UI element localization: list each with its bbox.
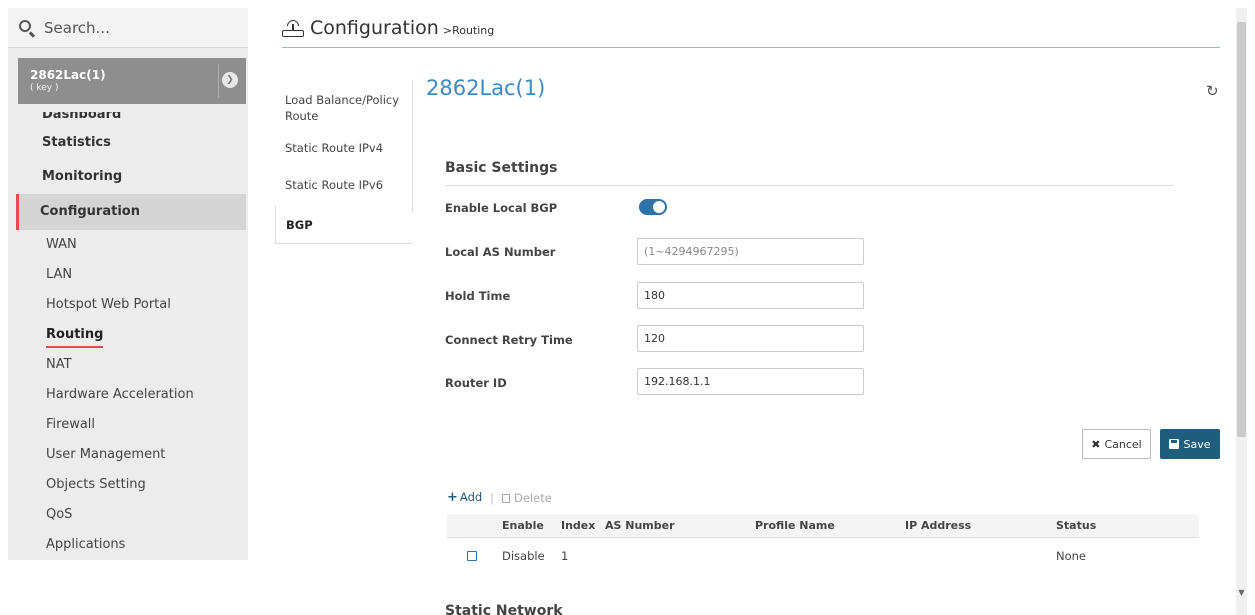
sidebar-sub-item-routing[interactable]: Routing — [18, 320, 246, 350]
delete-button-label: Delete — [514, 490, 552, 505]
cancel-button-label: Cancel — [1104, 437, 1142, 451]
sidebar-sub-item-routing-label: Routing — [46, 327, 104, 348]
scrollbar-thumb[interactable] — [1237, 22, 1246, 437]
device-selector[interactable]: 2862Lac(1) ( key ) ❯ — [18, 58, 246, 104]
router-id-input[interactable] — [637, 368, 864, 395]
action-separator: | — [490, 490, 495, 505]
hold-time-input[interactable] — [637, 282, 864, 309]
tab-load-balance-policy-route[interactable]: Load Balance/Policy Route — [275, 80, 413, 132]
page-title: Configuration — [310, 16, 439, 39]
add-button[interactable]: + Add — [447, 490, 482, 505]
connect-retry-time-label: Connect Retry Time — [445, 333, 573, 347]
save-button[interactable]: Save — [1160, 429, 1220, 459]
column-header-ip-address[interactable]: IP Address — [905, 514, 971, 538]
routing-subnav: Load Balance/Policy Route Static Route I… — [275, 80, 413, 244]
sidebar-sub-item-nat[interactable]: NAT — [18, 350, 246, 380]
delete-button[interactable]: Delete — [502, 491, 552, 505]
column-header-index[interactable]: Index — [561, 514, 595, 538]
enable-local-bgp-toggle[interactable] — [639, 199, 667, 215]
sidebar-item-configuration[interactable]: Configuration — [16, 194, 246, 230]
router-icon — [282, 17, 304, 38]
sidebar-nav: Dashboard Statistics Monitoring Configur… — [16, 112, 246, 560]
cell-status: None — [1056, 549, 1087, 563]
trash-icon — [502, 493, 511, 503]
enable-local-bgp-label: Enable Local BGP — [445, 201, 558, 215]
tab-static-route-ipv6[interactable]: Static Route IPv6 — [275, 170, 413, 208]
local-as-number-input[interactable] — [637, 238, 864, 265]
device-divider — [218, 64, 219, 98]
sidebar-bottom-gap — [0, 560, 248, 615]
device-name: 2862Lac(1) — [30, 68, 106, 82]
tab-bgp[interactable]: BGP — [275, 206, 413, 244]
chevron-down-icon[interactable]: ❯ — [222, 72, 238, 88]
table-header: Enable Index AS Number Profile Name IP A… — [447, 514, 1199, 538]
search-box[interactable]: Search... — [8, 8, 248, 48]
sidebar-sub-item-objects-setting[interactable]: Objects Setting — [18, 470, 246, 500]
plus-icon: + — [447, 490, 458, 505]
tab-static-route-ipv4[interactable]: Static Route IPv4 — [275, 132, 413, 170]
sidebar-sub-item-user-management[interactable]: User Management — [18, 440, 246, 470]
cell-index: 1 — [561, 549, 569, 563]
toggle-knob — [653, 201, 665, 213]
row-select-checkbox[interactable] — [467, 551, 477, 561]
sidebar-sub-item-applications[interactable]: Applications — [18, 530, 246, 560]
column-header-enable[interactable]: Enable — [502, 514, 544, 538]
breadcrumb: >Routing — [442, 24, 495, 37]
cancel-button[interactable]: ✖ Cancel — [1082, 429, 1151, 459]
section-divider — [445, 185, 1173, 186]
table-actions: + Add | Delete — [447, 490, 552, 505]
sidebar-item-statistics[interactable]: Statistics — [18, 126, 246, 160]
device-subtitle: ( key ) — [30, 83, 59, 93]
table-row[interactable]: Disable 1 None — [447, 538, 1199, 576]
search-input[interactable]: Search... — [44, 19, 110, 37]
device-heading: 2862Lac(1) — [426, 76, 546, 100]
column-header-profile-name[interactable]: Profile Name — [755, 514, 835, 538]
sidebar-sub-item-hardware-acceleration[interactable]: Hardware Acceleration — [18, 380, 246, 410]
local-as-number-label: Local AS Number — [445, 245, 556, 259]
sidebar-item-monitoring[interactable]: Monitoring — [18, 160, 246, 194]
sidebar-sub-item-lan[interactable]: LAN — [18, 260, 246, 290]
sidebar-sub-item-firewall[interactable]: Firewall — [18, 410, 246, 440]
scroll-down-arrow-icon[interactable]: ▼ — [1236, 588, 1247, 597]
add-button-label: Add — [459, 490, 483, 504]
search-icon — [18, 19, 36, 37]
router-id-label: Router ID — [445, 376, 507, 390]
section-title-basic-settings: Basic Settings — [445, 160, 558, 176]
section-title-static-network: Static Network — [445, 603, 563, 615]
cell-enable: Disable — [502, 549, 545, 563]
page-header: Configuration >Routing — [282, 8, 1220, 48]
sidebar-sub-item-qos[interactable]: QoS — [18, 500, 246, 530]
save-button-label: Save — [1183, 437, 1211, 451]
connect-retry-time-input[interactable] — [637, 325, 864, 352]
sidebar-sub-item-hotspot-web-portal[interactable]: Hotspot Web Portal — [18, 290, 246, 320]
bgp-neighbor-table: Enable Index AS Number Profile Name IP A… — [447, 514, 1199, 576]
sidebar-item-dashboard[interactable]: Dashboard — [18, 112, 246, 126]
close-icon: ✖ — [1091, 437, 1101, 451]
sidebar-sub-item-wan[interactable]: WAN — [18, 230, 246, 260]
column-header-as-number[interactable]: AS Number — [605, 514, 675, 538]
subnav-divider — [412, 80, 413, 212]
hold-time-label: Hold Time — [445, 289, 511, 303]
floppy-disk-icon — [1169, 439, 1180, 449]
sidebar: Search... 2862Lac(1) ( key ) ❯ Dashboard… — [8, 8, 248, 615]
refresh-icon[interactable]: ↻ — [1206, 82, 1219, 100]
column-header-status[interactable]: Status — [1056, 514, 1096, 538]
